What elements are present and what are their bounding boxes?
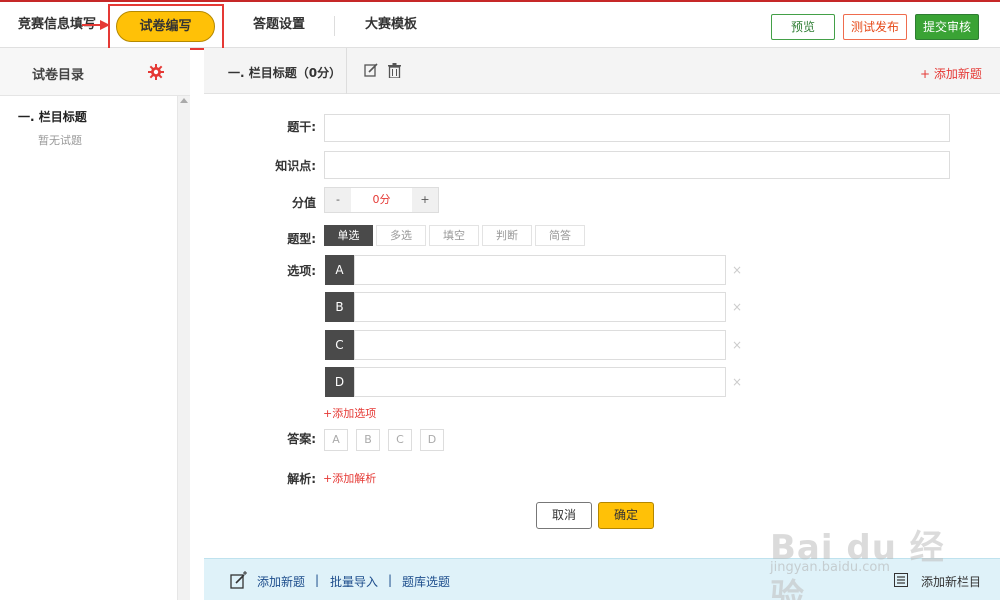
bar-separator: | [388, 573, 393, 587]
list-icon[interactable] [894, 573, 908, 587]
paper-directory-sidebar: 试卷目录 一. 栏目标题 暂无试题 [0, 48, 190, 600]
analysis-label: 解析: [287, 472, 316, 486]
option-delete-icon[interactable]: × [732, 255, 742, 285]
score-label: 分值 [291, 196, 316, 210]
preview-button[interactable]: 预览 [771, 14, 835, 40]
add-question-icon[interactable] [230, 571, 248, 589]
option-input-c[interactable] [354, 330, 726, 360]
answer-choice-a[interactable]: A [324, 429, 348, 451]
question-bank-button[interactable]: 题库选题 [402, 573, 450, 590]
confirm-button[interactable]: 确定 [598, 502, 654, 529]
tab-contest-template[interactable]: 大赛模板 [365, 2, 417, 48]
scroll-up-icon[interactable] [180, 98, 188, 103]
option-input-a[interactable] [354, 255, 726, 285]
add-option-link[interactable]: +添加选项 [323, 405, 376, 421]
stem-input[interactable] [324, 114, 950, 142]
bottom-action-bar: 添加新题 | 批量导入 | 题库选题 添加新栏目 [204, 558, 1000, 600]
test-publish-button[interactable]: 测试发布 [843, 14, 907, 40]
answer-choice-c[interactable]: C [388, 429, 412, 451]
tab-paper-edit[interactable]: 试卷编写 [116, 11, 215, 42]
batch-import-button[interactable]: 批量导入 [330, 573, 378, 590]
gear-icon[interactable] [148, 64, 164, 80]
submit-review-button[interactable]: 提交审核 [915, 14, 979, 40]
type-label: 题型: [287, 232, 316, 246]
knowledge-input[interactable] [324, 151, 950, 179]
option-delete-icon[interactable]: × [732, 292, 742, 322]
sidebar-item-section[interactable]: 一. 栏目标题 [18, 108, 87, 125]
score-plus-button[interactable]: + [412, 188, 438, 212]
knowledge-label: 知识点: [275, 159, 316, 173]
option-input-d[interactable] [354, 367, 726, 397]
cancel-button[interactable]: 取消 [536, 502, 592, 529]
type-multiple-choice[interactable]: 多选 [376, 225, 426, 246]
score-stepper: - 0分 + [324, 187, 439, 213]
option-delete-icon[interactable]: × [732, 330, 742, 360]
main-editor: 一. 栏目标题（0分） + 添加新题 题干: 知识点: 分值 - 0分 + 题型… [204, 48, 1000, 600]
type-fill-blank[interactable]: 填空 [429, 225, 479, 246]
add-column-button[interactable]: 添加新栏目 [921, 573, 981, 590]
sidebar-scrollbar[interactable] [177, 96, 190, 600]
answer-choice-b[interactable]: B [356, 429, 380, 451]
sidebar-title: 试卷目录 [32, 68, 85, 83]
section-title: 一. 栏目标题（0分） [228, 66, 342, 80]
add-question-link[interactable]: + 添加新题 [920, 65, 982, 82]
add-analysis-link[interactable]: +添加解析 [323, 470, 376, 486]
option-letter-c: C [325, 330, 354, 360]
arrow-right-icon [82, 20, 110, 30]
tab-answer-settings[interactable]: 答题设置 [253, 2, 305, 48]
edit-icon[interactable] [364, 63, 378, 77]
type-single-choice[interactable]: 单选 [324, 225, 373, 246]
question-form: 题干: 知识点: 分值 - 0分 + 题型: 单选 多选 填空 判断 简答 选项… [204, 94, 1000, 558]
options-label: 选项: [287, 264, 316, 278]
nav-divider [334, 16, 335, 36]
add-question-button[interactable]: 添加新题 [257, 573, 305, 590]
answer-choice-d[interactable]: D [420, 429, 444, 451]
type-true-false[interactable]: 判断 [482, 225, 532, 246]
sidebar-header: 试卷目录 [0, 48, 190, 96]
score-value[interactable]: 0分 [351, 188, 412, 212]
option-delete-icon[interactable]: × [732, 367, 742, 397]
section-header: 一. 栏目标题（0分） + 添加新题 [204, 48, 1000, 94]
type-short-answer[interactable]: 简答 [535, 225, 585, 246]
score-minus-button[interactable]: - [325, 188, 351, 212]
option-letter-d: D [325, 367, 354, 397]
option-input-b[interactable] [354, 292, 726, 322]
trash-icon[interactable] [388, 63, 401, 78]
answer-label: 答案: [287, 432, 316, 446]
option-letter-a: A [325, 255, 354, 285]
sidebar-empty-text: 暂无试题 [38, 134, 82, 147]
stem-label: 题干: [287, 120, 316, 134]
top-nav: 竞赛信息填写 试卷编写 答题设置 大赛模板 预览 测试发布 提交审核 [0, 0, 1000, 50]
option-letter-b: B [325, 292, 354, 322]
bar-separator: | [315, 573, 320, 587]
section-divider [346, 48, 347, 94]
